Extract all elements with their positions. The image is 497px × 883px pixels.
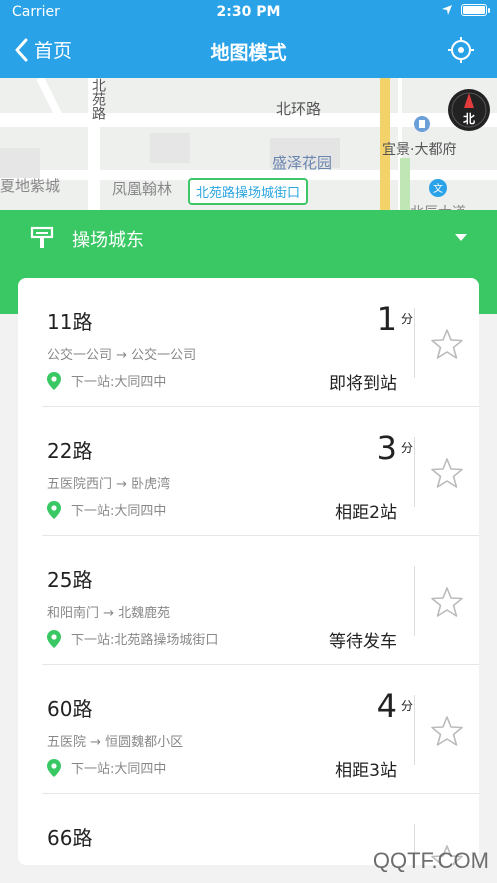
route-row[interactable]: 11路 公交一公司 → 公交一公司 下一站:大同四中 1 分 即将到站 — [42, 278, 479, 407]
arrival-unit: 分 — [400, 312, 413, 326]
route-direction: 五医院 → 恒圆魏都小区 — [47, 735, 184, 750]
chevron-left-icon — [15, 38, 28, 61]
arrival-status: 即将到站 — [329, 374, 397, 394]
map-view[interactable]: 北环路 北苑路 盛泽花园 宜景·大都府 夏地紫城 凤凰翰林 文 北辰大道 北 北… — [0, 78, 497, 210]
svg-text:文: 文 — [433, 182, 443, 195]
favorite-star-icon[interactable] — [431, 328, 463, 360]
caret-down-icon — [455, 234, 467, 241]
route-name: 66路 — [47, 826, 93, 850]
stop-tag[interactable]: 北苑路操场城街口 — [188, 178, 309, 205]
map-label-poi-1: 宜景·大都府 — [382, 142, 457, 158]
map-label-road-west: 北苑路 — [90, 78, 106, 120]
location-pin-icon — [47, 500, 61, 519]
station-selector[interactable]: 操场城东 — [0, 210, 497, 266]
arrival-status: 等待发车 — [329, 632, 397, 652]
route-name: 60路 — [47, 697, 93, 721]
row-divider — [414, 695, 415, 765]
location-pin-icon — [47, 629, 61, 648]
status-time: 2:30 PM — [216, 4, 281, 20]
arrival-unit: 分 — [400, 441, 413, 455]
route-name: 22路 — [47, 439, 93, 463]
arrival-status: 相距2站 — [335, 503, 397, 523]
route-next-stop: 下一站:大同四中 — [47, 371, 166, 390]
map-label-area-1: 盛泽花园 — [272, 154, 333, 172]
compass-label: 北 — [462, 112, 475, 126]
next-stop-label: 下一站:大同四中 — [71, 504, 167, 519]
route-row[interactable]: 22路 五医院西门 → 卧虎湾 下一站:大同四中 3 分 相距2站 — [42, 407, 479, 536]
favorite-star-icon[interactable] — [431, 586, 463, 618]
location-pin-icon — [47, 371, 61, 390]
map-label-road-bottom: 北辰大道 — [410, 202, 466, 210]
next-stop-label: 下一站:北苑路操场城街口 — [71, 633, 219, 648]
bus-stop-sign-icon — [30, 226, 54, 248]
next-stop-label: 下一站:大同四中 — [71, 762, 167, 777]
status-right — [441, 4, 490, 16]
route-next-stop: 下一站:大同四中 — [47, 500, 166, 519]
back-button[interactable]: 首页 — [14, 36, 72, 63]
route-direction: 和阳南门 → 北魏鹿苑 — [47, 606, 171, 621]
status-bar: Carrier 2:30 PM — [0, 0, 497, 24]
arrival-minutes: 3 — [376, 429, 397, 467]
next-stop-label: 下一站:大同四中 — [71, 375, 167, 390]
map-label-area-3: 凤凰翰林 — [112, 180, 173, 198]
route-direction: 五医院西门 → 卧虎湾 — [47, 477, 171, 492]
arrival-minutes: 1 — [376, 300, 397, 338]
watermark: QQTF.COM — [372, 848, 489, 873]
route-name: 11路 — [47, 310, 93, 334]
favorite-star-icon[interactable] — [431, 457, 463, 489]
route-row[interactable]: 60路 五医院 → 恒圆魏都小区 下一站:大同四中 4 分 相距3站 — [42, 665, 479, 794]
arrival-status: 相距3站 — [335, 761, 397, 781]
school-poi-icon: 文 — [429, 179, 447, 197]
building-poi-icon — [414, 116, 430, 132]
row-divider — [414, 437, 415, 507]
compass-icon[interactable]: 北 — [447, 88, 491, 132]
page-title: 地图模式 — [210, 42, 287, 64]
location-arrow-icon — [442, 5, 452, 15]
row-divider — [414, 308, 415, 378]
battery-icon — [461, 4, 490, 16]
route-direction: 公交一公司 → 公交一公司 — [47, 348, 197, 363]
route-next-stop: 下一站:北苑路操场城街口 — [47, 629, 218, 648]
station-name: 操场城东 — [72, 230, 144, 251]
back-label: 首页 — [34, 40, 73, 62]
map-label-area-2: 夏地紫城 — [0, 177, 61, 195]
locate-crosshair-icon[interactable] — [447, 36, 475, 64]
map-label-road-north: 北环路 — [276, 100, 322, 118]
route-next-stop: 下一站:大同四中 — [47, 758, 166, 777]
favorite-star-icon[interactable] — [431, 715, 463, 747]
row-divider — [414, 566, 415, 636]
location-pin-icon — [47, 758, 61, 777]
route-name: 25路 — [47, 568, 93, 592]
arrival-unit: 分 — [400, 699, 413, 713]
nav-bar: 首页 地图模式 — [0, 24, 497, 78]
route-list: 11路 公交一公司 → 公交一公司 下一站:大同四中 1 分 即将到站 22路 … — [18, 278, 479, 865]
arrival-minutes: 4 — [376, 687, 397, 725]
route-row[interactable]: 25路 和阳南门 → 北魏鹿苑 下一站:北苑路操场城街口 等待发车 — [42, 536, 479, 665]
